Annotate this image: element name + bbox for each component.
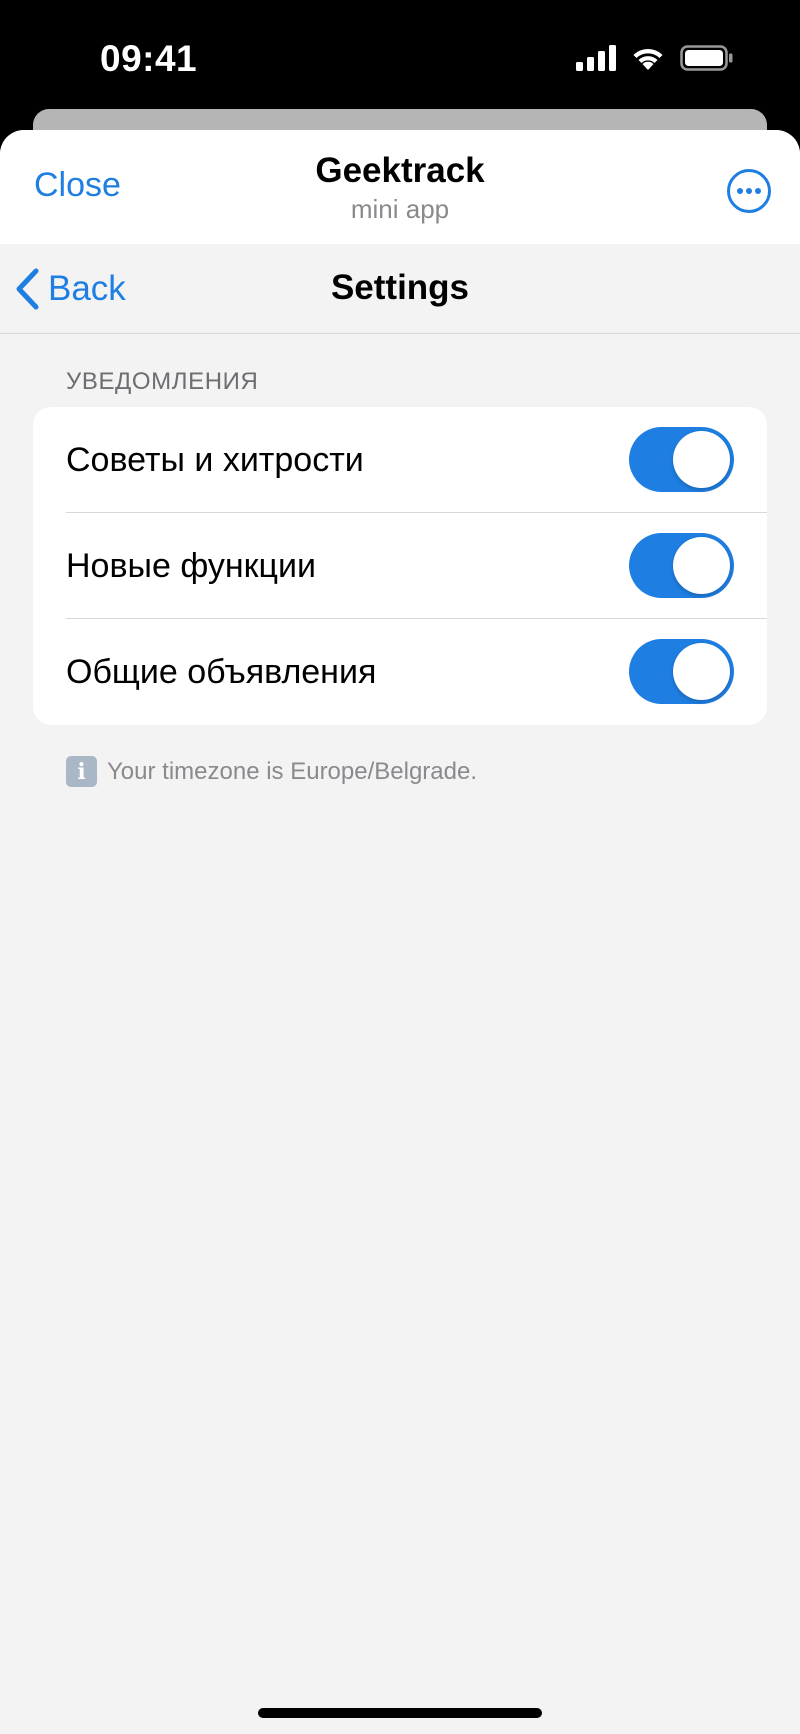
row-label: Новые функции xyxy=(66,546,317,585)
timezone-note: i Your timezone is Europe/Belgrade. xyxy=(66,756,477,787)
app-title: Geektrack xyxy=(315,151,485,190)
toggle-knob xyxy=(673,643,730,700)
app-subtitle: mini app xyxy=(350,194,450,224)
row-label: Советы и хитрости xyxy=(66,440,364,479)
timezone-text: Your timezone is Europe/Belgrade. xyxy=(107,757,478,785)
home-indicator xyxy=(258,1708,542,1718)
status-bar: 09:41 xyxy=(0,0,800,110)
row-label: Общие объявления xyxy=(66,652,377,691)
status-time: 09:41 xyxy=(100,38,198,79)
list-item-new-features: Новые функции xyxy=(33,513,767,619)
toggle-knob xyxy=(673,537,730,594)
mini-app-sheet: Close Geektrack mini app Back Settings У… xyxy=(0,130,800,1734)
more-options-icon[interactable] xyxy=(726,168,772,214)
tips-toggle[interactable] xyxy=(629,427,734,492)
list-item-announcements: Общие объявления xyxy=(33,619,767,725)
new-features-toggle[interactable] xyxy=(629,533,734,598)
navigation-bar: Back Settings xyxy=(0,244,800,334)
list-item-tips: Советы и хитрости xyxy=(33,407,767,513)
notifications-group: Советы и хитрости Новые функции Общие об… xyxy=(33,407,767,725)
mini-app-header: Close Geektrack mini app xyxy=(0,130,800,244)
info-icon: i xyxy=(66,756,97,787)
status-icons xyxy=(576,44,734,71)
battery-icon xyxy=(680,44,733,71)
wifi-icon xyxy=(633,48,663,70)
cellular-signal-icon xyxy=(576,44,616,71)
notifications-section-header: УВЕДОМЛЕНИЯ xyxy=(66,368,259,395)
announcements-toggle[interactable] xyxy=(629,639,734,704)
page-title: Settings xyxy=(330,268,470,307)
toggle-knob xyxy=(673,431,730,488)
